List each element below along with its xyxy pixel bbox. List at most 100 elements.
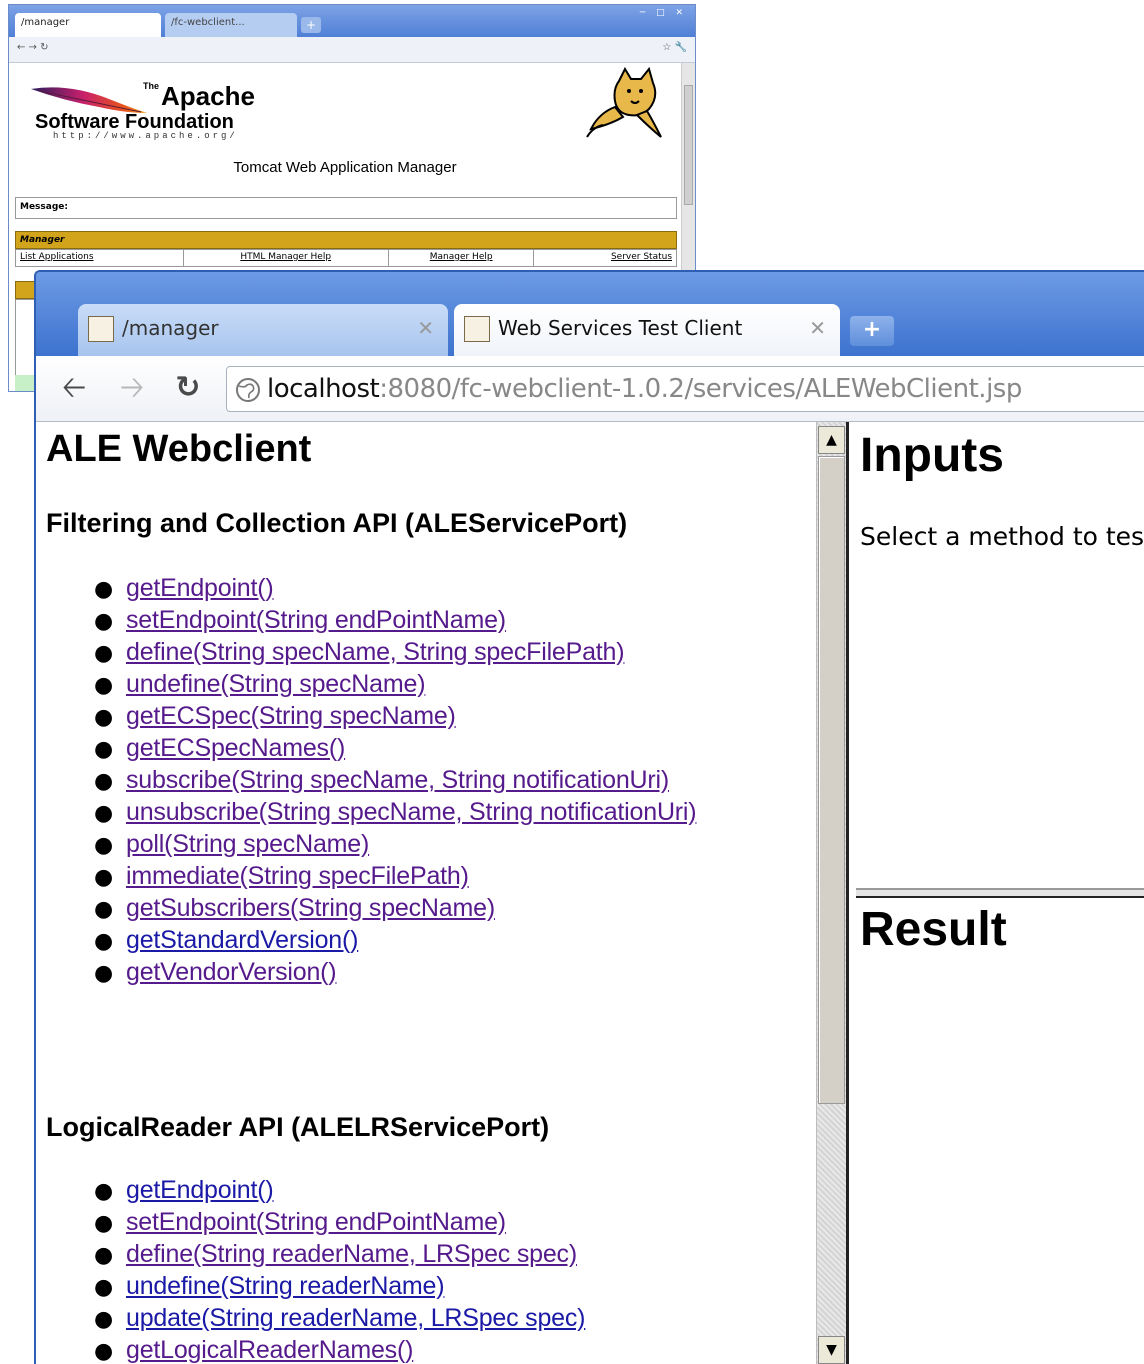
scroll-thumb[interactable]: [818, 456, 845, 1104]
bullet-icon: ●: [94, 801, 114, 826]
list-item: ● getStandardVersion(): [92, 926, 696, 958]
bullet-icon: ●: [94, 1339, 114, 1364]
method-link[interactable]: getECSpec(String specName): [126, 702, 456, 730]
method-link[interactable]: immediate(String specFilePath): [126, 862, 469, 890]
background-star-icon[interactable]: ☆ 🔧: [662, 42, 687, 53]
new-tab-button[interactable]: +: [850, 316, 894, 346]
inputs-hint: Select a method to test.: [860, 522, 1144, 551]
methods-frame-scrollbar[interactable]: ▲ ▼: [816, 422, 846, 1364]
tab-manager[interactable]: /manager ✕: [78, 304, 448, 356]
method-link[interactable]: subscribe(String specName, String notifi…: [126, 766, 669, 794]
list-item: ● getEndpoint(): [92, 574, 696, 606]
result-frame: Result: [856, 898, 1144, 1364]
method-link[interactable]: setEndpoint(String endPointName): [126, 606, 506, 634]
manager-heading: Tomcat Web Application Manager: [233, 159, 457, 176]
method-link[interactable]: unsubscribe(String specName, String noti…: [126, 798, 697, 826]
scroll-up-icon[interactable]: ▲: [818, 426, 845, 454]
bullet-icon: ●: [94, 1211, 114, 1236]
list-item: ● immediate(String specFilePath): [92, 862, 696, 894]
tab-web-services-test-client-label: Web Services Test Client: [498, 316, 743, 340]
background-toolbar: ← → ↻ ☆ 🔧: [9, 37, 695, 63]
tab-web-services-test-client[interactable]: Web Services Test Client ✕: [454, 304, 840, 356]
method-link[interactable]: undefine(String specName): [126, 670, 426, 698]
method-link[interactable]: update(String readerName, LRSpec spec): [126, 1304, 586, 1332]
bullet-icon: ●: [94, 865, 114, 890]
background-nav-icons[interactable]: ← → ↻: [17, 42, 49, 53]
horizontal-frame-divider[interactable]: [856, 888, 1144, 898]
forward-arrow-icon[interactable]: 🡢: [114, 370, 150, 406]
method-link[interactable]: getSubscribers(String specName): [126, 894, 495, 922]
inputs-title: Inputs: [860, 429, 1004, 482]
background-tab-webclient[interactable]: /fc-webclient...: [165, 13, 297, 37]
method-link[interactable]: poll(String specName): [126, 830, 369, 858]
method-link[interactable]: getEndpoint(): [126, 574, 274, 602]
method-link[interactable]: getECSpecNames(): [126, 734, 345, 762]
list-item: ● setEndpoint(String endPointName): [92, 606, 696, 638]
list-item: ● define(String readerName, LRSpec spec): [92, 1240, 585, 1272]
url-host: localhost: [267, 374, 380, 404]
logo-url: http://www.apache.org/: [53, 131, 238, 141]
browser-toolbar: 🡠 🡢 ↻ localhost:8080/fc-webclient-1.0.2/…: [36, 356, 1144, 422]
bullet-icon: ●: [94, 1243, 114, 1268]
list-item: ● undefine(String readerName): [92, 1272, 585, 1304]
link-server-status[interactable]: Server Status: [534, 250, 676, 266]
back-arrow-icon[interactable]: 🡠: [56, 370, 92, 406]
method-link[interactable]: getStandardVersion(): [126, 926, 358, 954]
vertical-frame-divider[interactable]: [846, 422, 856, 1364]
url-text[interactable]: localhost:8080/fc-webclient-1.0.2/servic…: [267, 374, 1022, 404]
list-item: ● unsubscribe(String specName, String not…: [92, 798, 697, 830]
logo-the: The: [143, 81, 160, 91]
background-tab-manager[interactable]: /manager: [15, 13, 161, 37]
address-bar[interactable]: localhost:8080/fc-webclient-1.0.2/servic…: [226, 366, 1144, 412]
browser-window: /manager ✕ Web Services Test Client ✕ + …: [34, 270, 1144, 1364]
methods-frame: ALE Webclient Filtering and Collection A…: [36, 422, 816, 1364]
ale-method-list: ● getEndpoint() ● setEndpoint(String endPo…: [92, 574, 697, 990]
background-window-controls[interactable]: ─ □ ✕: [640, 8, 687, 18]
background-titlebar: /manager /fc-webclient... + ─ □ ✕: [9, 5, 695, 37]
tomcat-favicon-icon: [88, 316, 114, 342]
method-link[interactable]: getVendorVersion(): [126, 958, 337, 986]
bullet-icon: ●: [94, 1179, 114, 1204]
list-item: ● define(String specName, String specFile…: [92, 638, 696, 670]
link-manager-help[interactable]: Manager Help: [389, 250, 535, 266]
bullet-icon: ●: [94, 961, 114, 986]
bullet-icon: ●: [94, 577, 114, 602]
bullet-icon: ●: [94, 769, 114, 794]
url-path: :8080/fc-webclient-1.0.2/services/ALEWeb…: [379, 374, 1022, 404]
bullet-icon: ●: [94, 673, 114, 698]
tomcat-favicon-icon: [464, 316, 490, 342]
link-list-applications[interactable]: List Applications: [16, 250, 184, 266]
bullet-icon: ●: [94, 833, 114, 858]
method-link[interactable]: undefine(String readerName): [126, 1272, 445, 1300]
link-html-manager-help[interactable]: HTML Manager Help: [184, 250, 389, 266]
list-item: ● subscribe(String specName, String notif…: [92, 766, 696, 798]
background-scroll-thumb[interactable]: [684, 85, 693, 205]
page-title: ALE Webclient: [46, 428, 312, 470]
bullet-icon: ●: [94, 737, 114, 762]
ale-section-title: Filtering and Collection API (ALEService…: [46, 508, 628, 538]
method-link[interactable]: getEndpoint(): [126, 1176, 274, 1204]
list-item: ● undefine(String specName): [92, 670, 696, 702]
bullet-icon: ●: [94, 1307, 114, 1332]
bullet-icon: ●: [94, 705, 114, 730]
list-item: ● setEndpoint(String endPointName): [92, 1208, 585, 1240]
list-item: ● getECSpecNames(): [92, 734, 696, 766]
tomcat-logo-icon: [586, 67, 662, 138]
scroll-down-icon[interactable]: ▼: [818, 1336, 845, 1364]
bullet-icon: ●: [94, 641, 114, 666]
list-item: ● poll(String specName): [92, 830, 696, 862]
list-item: ● getEndpoint(): [92, 1176, 585, 1208]
close-icon[interactable]: ✕: [417, 316, 434, 340]
reload-icon[interactable]: ↻: [170, 370, 206, 406]
apache-logo: The Apache Software Foundation http://ww…: [23, 73, 293, 143]
method-link[interactable]: define(String specName, String specFileP…: [126, 638, 625, 666]
method-link[interactable]: getLogicalReaderNames(): [126, 1336, 413, 1364]
inputs-frame: Inputs Select a method to test.: [856, 422, 1144, 890]
close-icon[interactable]: ✕: [809, 316, 826, 340]
tab-manager-label: /manager: [122, 316, 219, 340]
method-link[interactable]: define(String readerName, LRSpec spec): [126, 1240, 577, 1268]
browser-titlebar: /manager ✕ Web Services Test Client ✕ +: [36, 272, 1144, 356]
background-new-tab-button[interactable]: +: [301, 17, 321, 33]
method-link[interactable]: setEndpoint(String endPointName): [126, 1208, 506, 1236]
manager-message-box: Message:: [15, 197, 677, 219]
